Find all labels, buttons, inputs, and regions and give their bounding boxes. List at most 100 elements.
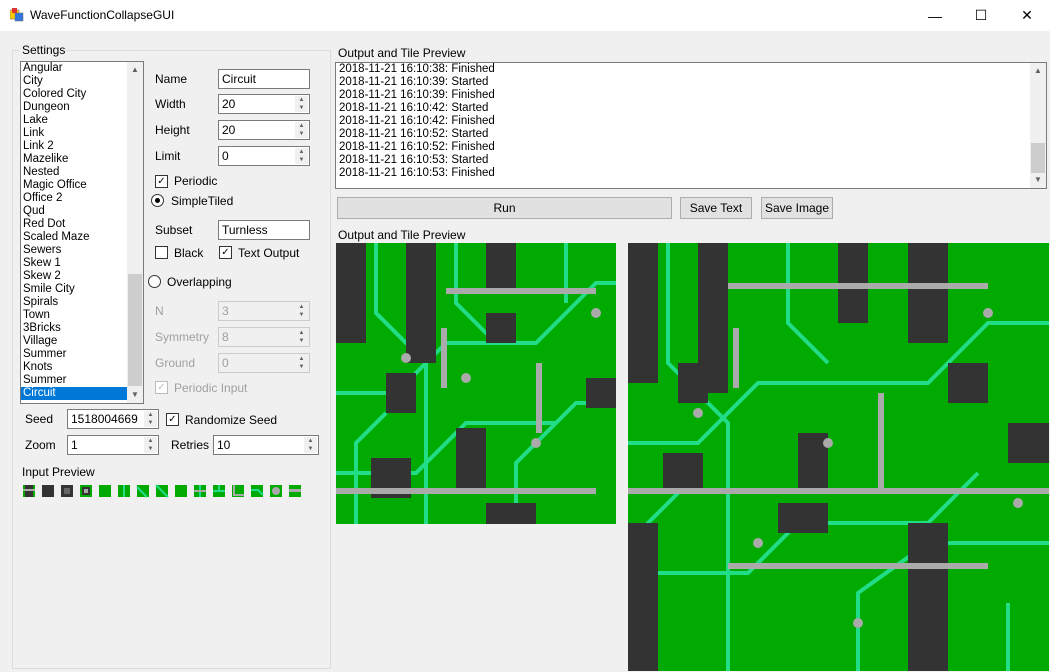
list-item[interactable]: Summer [21, 348, 143, 361]
periodic-input-label: Periodic Input [174, 381, 248, 395]
list-item[interactable]: Nested [21, 166, 143, 179]
scroll-down-icon[interactable]: ▼ [1030, 172, 1046, 188]
symmetry-spin-buttons[interactable]: ▲ ▼ [295, 329, 308, 345]
log-scrollbar[interactable]: ▲ ▼ [1030, 63, 1046, 188]
save-text-button[interactable]: Save Text [680, 197, 752, 219]
spin-up-icon[interactable]: ▲ [295, 303, 308, 311]
subset-input[interactable]: Turnless [218, 220, 310, 240]
list-item[interactable]: Skew 2 [21, 270, 143, 283]
limit-value: 0 [222, 149, 229, 163]
scroll-up-icon[interactable]: ▲ [127, 62, 143, 78]
spin-down-icon[interactable]: ▼ [144, 419, 157, 427]
spin-up-icon[interactable]: ▲ [295, 329, 308, 337]
list-item[interactable]: Office 2 [21, 192, 143, 205]
periodic-checkbox[interactable]: ✓ [155, 175, 168, 188]
zoom-spin-buttons[interactable]: ▲ ▼ [144, 437, 157, 453]
text-output-checkbox[interactable]: ✓ [219, 246, 232, 259]
list-scrollbar[interactable]: ▲ ▼ [127, 62, 143, 403]
zoom-stepper[interactable]: 1 ▲ ▼ [67, 435, 159, 455]
log-scroll-thumb[interactable] [1031, 143, 1045, 173]
spin-up-icon[interactable]: ▲ [304, 437, 317, 445]
width-spin-buttons[interactable]: ▲ ▼ [295, 96, 308, 112]
list-item[interactable]: Skew 1 [21, 257, 143, 270]
spin-up-icon[interactable]: ▲ [295, 122, 308, 130]
run-button[interactable]: Run [337, 197, 672, 219]
zoom-label: Zoom [25, 438, 56, 452]
spin-down-icon[interactable]: ▼ [295, 363, 308, 371]
height-label: Height [155, 123, 190, 137]
n-stepper[interactable]: 3 ▲ ▼ [218, 301, 310, 321]
list-item[interactable]: 3Bricks [21, 322, 143, 335]
limit-spin-buttons[interactable]: ▲ ▼ [295, 148, 308, 164]
list-item[interactable]: Summer [21, 374, 143, 387]
list-item[interactable]: Smile City [21, 283, 143, 296]
spin-down-icon[interactable]: ▼ [295, 130, 308, 138]
scroll-up-icon[interactable]: ▲ [1030, 63, 1046, 79]
list-item[interactable]: Angular [21, 62, 143, 75]
width-stepper[interactable]: 20 ▲ ▼ [218, 94, 310, 114]
spin-up-icon[interactable]: ▲ [295, 148, 308, 156]
list-scroll-thumb[interactable] [128, 274, 142, 386]
periodic-input-checkbox[interactable]: ✓ [155, 381, 168, 394]
list-item[interactable]: Scaled Maze [21, 231, 143, 244]
spin-down-icon[interactable]: ▼ [295, 104, 308, 112]
list-item[interactable]: Mazelike [21, 153, 143, 166]
overlapping-radio[interactable] [148, 275, 161, 288]
spin-down-icon[interactable]: ▼ [304, 445, 317, 453]
list-item[interactable]: Colored City [21, 88, 143, 101]
n-value: 3 [222, 304, 229, 318]
scroll-down-icon[interactable]: ▼ [127, 387, 143, 403]
tile-skew [251, 485, 264, 497]
list-item[interactable]: City [21, 75, 143, 88]
minimize-button[interactable]: — [912, 0, 958, 31]
maximize-icon: ☐ [974, 7, 988, 23]
name-input[interactable]: Circuit [218, 69, 310, 89]
maximize-button[interactable]: ☐ [958, 0, 1004, 31]
symmetry-stepper[interactable]: 8 ▲ ▼ [218, 327, 310, 347]
list-item[interactable]: Lake [21, 114, 143, 127]
log-line: 2018-11-21 16:10:42: Started [339, 102, 489, 114]
seed-spin-buttons[interactable]: ▲ ▼ [144, 411, 157, 427]
retries-spin-buttons[interactable]: ▲ ▼ [304, 437, 317, 453]
height-value: 20 [222, 123, 236, 137]
spin-down-icon[interactable]: ▼ [295, 156, 308, 164]
spin-down-icon[interactable]: ▼ [144, 445, 157, 453]
ground-spin-buttons[interactable]: ▲ ▼ [295, 355, 308, 371]
spin-up-icon[interactable]: ▲ [144, 411, 157, 419]
list-item[interactable]: Village [21, 335, 143, 348]
seed-stepper[interactable]: 1518004669 ▲ ▼ [67, 409, 159, 429]
spin-down-icon[interactable]: ▼ [295, 311, 308, 319]
list-item[interactable]: Link [21, 127, 143, 140]
list-item[interactable]: Spirals [21, 296, 143, 309]
list-item[interactable]: Magic Office [21, 179, 143, 192]
simpletiled-radio[interactable] [151, 194, 164, 207]
spin-up-icon[interactable]: ▲ [144, 437, 157, 445]
list-item[interactable]: Link 2 [21, 140, 143, 153]
save-image-button[interactable]: Save Image [761, 197, 833, 219]
list-item[interactable]: Dungeon [21, 101, 143, 114]
height-stepper[interactable]: 20 ▲ ▼ [218, 120, 310, 140]
limit-stepper[interactable]: 0 ▲ ▼ [218, 146, 310, 166]
randomize-seed-checkbox[interactable]: ✓ [166, 413, 179, 426]
subset-label: Subset [155, 223, 193, 237]
spin-up-icon[interactable]: ▲ [295, 355, 308, 363]
close-button[interactable]: ✕ [1004, 0, 1050, 31]
n-spin-buttons[interactable]: ▲ ▼ [295, 303, 308, 319]
height-spin-buttons[interactable]: ▲ ▼ [295, 122, 308, 138]
tile-chip [61, 485, 73, 497]
spin-down-icon[interactable]: ▼ [295, 337, 308, 345]
list-item[interactable]: Circuit [21, 387, 143, 400]
list-item[interactable]: Qud [21, 205, 143, 218]
list-item[interactable]: Red Dot [21, 218, 143, 231]
ground-stepper[interactable]: 0 ▲ ▼ [218, 353, 310, 373]
retries-stepper[interactable]: 10 ▲ ▼ [213, 435, 319, 455]
output-log[interactable]: 2018-11-21 16:10:38: Finished 2018-11-21 … [335, 62, 1047, 189]
list-item[interactable]: Town [21, 309, 143, 322]
scenario-list[interactable]: Angular City Colored City Dungeon Lake Link Li… [20, 61, 144, 404]
tile-vias [270, 485, 282, 497]
list-item[interactable]: Knots [21, 361, 143, 374]
black-checkbox[interactable] [155, 246, 168, 259]
list-item[interactable]: Sewers [21, 244, 143, 257]
tile-substrate-dark [42, 485, 54, 497]
spin-up-icon[interactable]: ▲ [295, 96, 308, 104]
